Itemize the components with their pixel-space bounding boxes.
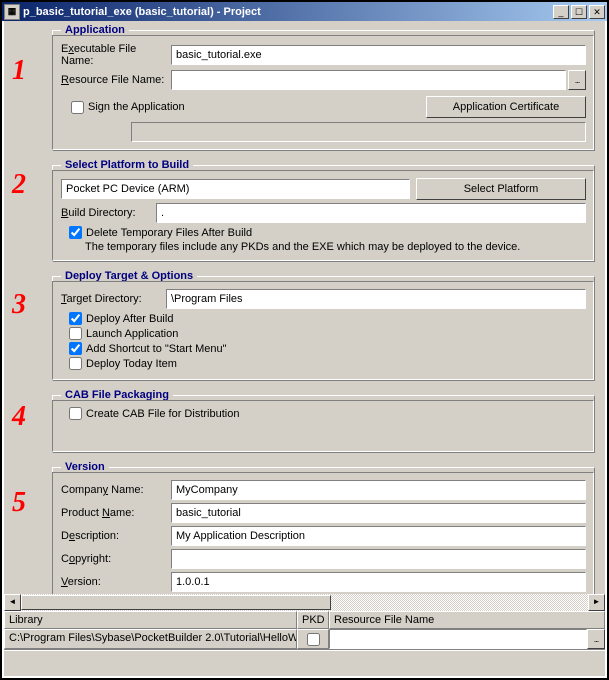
col-header-pkd[interactable]: PKD <box>297 611 329 629</box>
exe-name-input[interactable] <box>171 45 586 65</box>
launch-app-checkbox[interactable] <box>69 327 82 340</box>
scroll-left-arrow[interactable]: ◄ <box>4 594 21 611</box>
scroll-right-arrow[interactable]: ► <box>588 594 605 611</box>
version-input[interactable] <box>171 572 586 592</box>
platform-group: Select Platform to Build Select Platform… <box>52 159 595 262</box>
certificate-display <box>131 122 586 142</box>
build-dir-label: Build Directory: <box>61 207 156 219</box>
resource-name-label: Resource File Name: <box>61 74 171 86</box>
annotation-4: 4 <box>12 401 26 433</box>
launch-app-label: Launch Application <box>86 328 178 340</box>
deploy-group: Deploy Target & Options Target Directory… <box>52 270 595 381</box>
build-dir-input[interactable] <box>156 203 586 223</box>
scroll-thumb[interactable] <box>21 595 331 610</box>
company-name-label: Company Name: <box>61 484 171 496</box>
deploy-today-label: Deploy Today Item <box>86 358 177 370</box>
minimize-button[interactable]: _ <box>553 5 569 19</box>
product-name-input[interactable] <box>171 503 586 523</box>
platform-input[interactable] <box>61 179 410 199</box>
cab-group: CAB File Packaging Create CAB File for D… <box>52 389 595 453</box>
deploy-today-checkbox[interactable] <box>69 357 82 370</box>
cab-legend: CAB File Packaging <box>61 389 173 401</box>
create-cab-label: Create CAB File for Distribution <box>86 408 239 420</box>
add-shortcut-label: Add Shortcut to "Start Menu" <box>86 343 227 355</box>
divider <box>4 649 605 651</box>
annotation-5: 5 <box>12 487 26 519</box>
col-header-library[interactable]: Library <box>4 611 297 629</box>
annotation-2: 2 <box>12 169 26 201</box>
maximize-button[interactable]: ☐ <box>571 5 587 19</box>
sign-app-checkbox[interactable] <box>71 101 84 114</box>
deploy-after-build-checkbox[interactable] <box>69 312 82 325</box>
horizontal-scrollbar[interactable]: ◄ ► <box>4 594 605 611</box>
cell-library: C:\Program Files\Sybase\PocketBuilder 2.… <box>4 629 297 649</box>
version-group: Version Company Name: Product Name: Desc… <box>52 461 595 594</box>
add-shortcut-checkbox[interactable] <box>69 342 82 355</box>
library-grid-header: Library PKD Resource File Name <box>4 611 605 629</box>
version-legend: Version <box>61 461 109 473</box>
title-bar: ▦ p_basic_tutorial_exe (basic_tutorial) … <box>2 2 607 21</box>
description-label: Description: <box>61 530 171 542</box>
target-dir-input[interactable] <box>166 289 586 309</box>
exe-name-label: Executable File Name: <box>61 43 171 67</box>
copyright-label: Copyright: <box>61 553 171 565</box>
library-grid-row[interactable]: C:\Program Files\Sybase\PocketBuilder 2.… <box>4 629 605 649</box>
sign-app-label: Sign the Application <box>88 101 185 113</box>
description-input[interactable] <box>171 526 586 546</box>
app-certificate-button[interactable]: Application Certificate <box>426 96 586 118</box>
resource-browse-button[interactable]: ... <box>568 70 586 90</box>
delete-temp-help: The temporary files include any PKDs and… <box>85 241 586 253</box>
annotation-3: 3 <box>12 289 26 321</box>
product-name-label: Product Name: <box>61 507 171 519</box>
create-cab-checkbox[interactable] <box>69 407 82 420</box>
pkd-checkbox[interactable] <box>307 633 320 646</box>
delete-temp-checkbox[interactable] <box>69 226 82 239</box>
company-name-input[interactable] <box>171 480 586 500</box>
application-legend: Application <box>61 24 129 36</box>
cell-pkd <box>297 629 329 649</box>
resource-name-input[interactable] <box>171 70 566 90</box>
row-browse-button[interactable]: ... <box>587 629 605 649</box>
app-icon: ▦ <box>4 4 20 20</box>
delete-temp-label: Delete Temporary Files After Build <box>86 227 252 239</box>
window-title: p_basic_tutorial_exe (basic_tutorial) - … <box>23 6 261 18</box>
deploy-after-build-label: Deploy After Build <box>86 313 173 325</box>
platform-legend: Select Platform to Build <box>61 159 193 171</box>
deploy-legend: Deploy Target & Options <box>61 270 197 282</box>
select-platform-button[interactable]: Select Platform <box>416 178 586 200</box>
application-group: Application Executable File Name: Resour… <box>52 24 595 151</box>
annotation-1: 1 <box>12 55 26 87</box>
col-header-resource[interactable]: Resource File Name <box>329 611 605 629</box>
copyright-input[interactable] <box>171 549 586 569</box>
cell-resource[interactable] <box>329 629 587 649</box>
version-label: Version: <box>61 576 171 588</box>
close-button[interactable]: ✕ <box>589 5 605 19</box>
target-dir-label: Target Directory: <box>61 293 166 305</box>
